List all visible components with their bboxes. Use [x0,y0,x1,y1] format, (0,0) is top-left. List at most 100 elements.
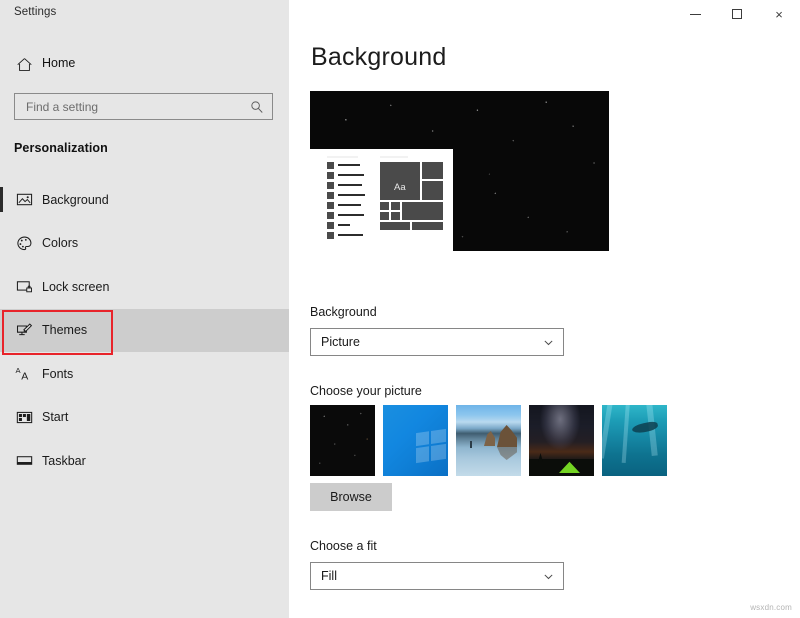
preview-app-square [327,172,334,179]
background-preview: Aa [310,91,609,251]
preview-app-line [338,194,365,196]
fonts-icon: A A [14,364,34,384]
sidebar-item-label: Fonts [42,367,73,381]
sidebar-home-label: Home [42,56,75,70]
rock-shape [497,425,517,447]
preview-tile [422,181,443,200]
preview-tile [422,162,443,179]
sidebar-section-title: Personalization [14,141,108,155]
maximize-button[interactable] [716,0,758,28]
start-icon [14,407,34,427]
preview-app-square [327,162,334,169]
picture-thumbnail-list [310,405,667,476]
preview-app-list [327,156,375,246]
fit-value: Fill [321,569,337,583]
lock-screen-icon [14,277,34,297]
sidebar-nav-list: Background Colors [0,178,289,483]
preview-app-square [327,202,334,209]
preview-tile-small [380,212,389,220]
sidebar-item-colors[interactable]: Colors [0,222,289,266]
svg-text:A: A [21,370,28,382]
fit-dropdown[interactable]: Fill [310,562,564,590]
preview-tile-grid: Aa [380,156,452,246]
preview-tile-large [380,162,420,200]
night-sky-thumbnail[interactable] [310,405,375,476]
sidebar-item-lock-screen[interactable]: Lock screen [0,265,289,309]
selection-accent-bar [0,187,3,212]
browse-button[interactable]: Browse [310,483,392,511]
preview-tile-wide [402,202,443,220]
page-title: Background [311,43,446,72]
preview-app-square [327,222,334,229]
chevron-down-icon [542,336,554,348]
preview-app-line [338,224,350,226]
preview-app-line [338,204,361,206]
taskbar-icon [14,451,34,471]
preview-app-line [338,234,363,236]
sidebar-item-label: Taskbar [42,454,86,468]
surfer-figure [470,441,472,448]
background-type-value: Picture [321,335,360,349]
preview-tile-small [391,202,400,210]
home-icon [14,54,34,74]
background-type-dropdown[interactable]: Picture [310,328,564,356]
sidebar-item-label: Background [42,193,109,207]
picture-icon [14,190,34,210]
settings-window: Home Personalization [0,0,800,618]
sidebar-item-home[interactable]: Home [0,50,289,80]
sidebar-item-themes[interactable]: Themes [0,309,289,353]
maximize-icon [732,9,742,19]
preview-app-line [338,164,360,166]
sidebar-item-label: Themes [42,323,87,337]
watermark: wsxdn.com [750,603,792,612]
beach-rocks-thumbnail[interactable] [456,405,521,476]
preview-tile-small [380,202,389,210]
windows-hero-thumbnail[interactable] [383,405,448,476]
sidebar-item-fonts[interactable]: A A Fonts [0,352,289,396]
sidebar-item-label: Lock screen [42,280,109,294]
main-content: Background [289,0,800,618]
preview-tile-small [391,212,400,220]
preview-app-line [338,174,364,176]
minimize-icon [690,14,701,15]
windows-logo-icon [416,429,446,463]
sidebar-item-taskbar[interactable]: Taskbar [0,439,289,483]
close-icon: × [775,8,783,21]
light-ray [622,405,630,463]
preview-start-menu: Aa [314,156,452,246]
preview-tile-wide [412,222,443,230]
window-controls: × [674,0,800,28]
preview-tile-text: Aa [394,183,406,193]
preview-app-square [327,232,334,239]
preview-app-line [338,184,362,186]
app-title: Settings [14,6,56,18]
themes-icon [14,320,34,340]
milky-way-tent-thumbnail[interactable] [529,405,594,476]
sidebar-item-label: Start [42,410,68,424]
search-icon[interactable] [249,99,265,115]
light-ray [602,405,613,459]
preview-app-square [327,212,334,219]
search-input[interactable] [24,99,243,115]
palette-icon [14,233,34,253]
preview-tile-wide [380,222,410,230]
tree-silhouette [538,453,543,462]
preview-rule [327,156,358,158]
choose-picture-label: Choose your picture [310,384,422,398]
title-bar: Settings × [0,0,800,28]
chevron-down-icon [542,570,554,582]
rock-shape [484,431,495,446]
close-button[interactable]: × [758,0,800,28]
search-box[interactable] [14,93,273,120]
background-field-label: Background [310,305,377,319]
sidebar: Home Personalization [0,0,289,618]
rock-reflection [497,447,517,460]
preview-rule [380,156,408,158]
sidebar-item-start[interactable]: Start [0,396,289,440]
preview-app-line [338,214,364,216]
preview-app-square [327,182,334,189]
sidebar-item-background[interactable]: Background [0,178,289,222]
sidebar-item-label: Colors [42,236,78,250]
minimize-button[interactable] [674,0,716,28]
underwater-diver-thumbnail[interactable] [602,405,667,476]
